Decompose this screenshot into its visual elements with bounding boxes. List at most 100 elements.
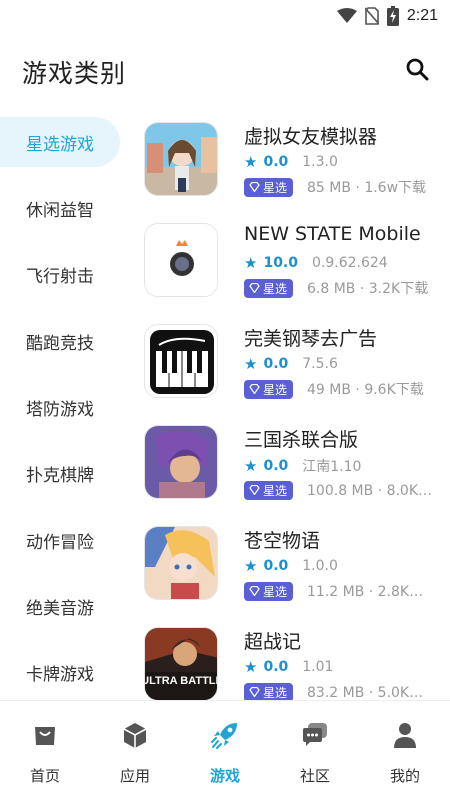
meta-line: 星选 85 MB · 1.6w下载 bbox=[244, 177, 426, 197]
app-version: 7.5.6 bbox=[302, 356, 338, 372]
app-version: 1.01 bbox=[302, 659, 334, 675]
app-row[interactable]: 三国杀联合版 ★ 0.0 江南1.10 星选 100.8 MB · 8.0K下载 bbox=[130, 411, 450, 511]
app-icon-new-state bbox=[144, 223, 218, 297]
nav-item-profile[interactable]: 我的 bbox=[360, 701, 450, 800]
meta-line: 星选 49 MB · 9.6K下载 bbox=[244, 379, 424, 399]
app-size-downloads: 83.2 MB · 5.0K下载 bbox=[307, 685, 438, 700]
category-item-card-games[interactable]: 卡牌游戏 bbox=[0, 647, 120, 697]
bottom-nav: 首页 应用 游戏 社区 我的 bbox=[0, 700, 450, 800]
app-version: 1.0.0 bbox=[302, 558, 338, 574]
rating-line: ★ 0.0 7.5.6 bbox=[244, 355, 338, 373]
category-item-casual-puzzle[interactable]: 休闲益智 bbox=[0, 183, 120, 233]
rating-line: ★ 0.0 1.0.0 bbox=[244, 557, 338, 575]
badge-label: 星选 bbox=[263, 281, 288, 296]
star-icon: ★ bbox=[244, 658, 258, 676]
meta-line: 星选 83.2 MB · 5.0K下载 bbox=[244, 682, 437, 700]
app-size-downloads: 49 MB · 9.6K下载 bbox=[307, 382, 424, 398]
icon-text-ultra: ULTRA BATTLE bbox=[145, 675, 218, 687]
rating-line: ★ 0.0 1.01 bbox=[244, 658, 333, 676]
category-sidebar: 星选游戏 休闲益智 飞行射击 酷跑竞技 塔防游戏 扑克棋牌 动作冒险 绝美音游 … bbox=[0, 108, 130, 700]
app-row[interactable]: 苍空物语 ★ 0.0 1.0.0 星选 11.2 MB · 2.8K下载 bbox=[130, 512, 450, 612]
app-size-downloads: 100.8 MB · 8.0K下载 bbox=[307, 483, 438, 499]
app-row[interactable]: 完美钢琴去广告 ★ 0.0 7.5.6 星选 49 MB · 9.6K下载 bbox=[130, 310, 450, 410]
meta-line: 星选 6.8 MB · 3.2K下载 bbox=[244, 278, 428, 298]
featured-badge: 星选 bbox=[244, 379, 294, 399]
battery-charging-icon bbox=[386, 6, 399, 26]
search-icon bbox=[406, 58, 429, 81]
app-size-downloads: 6.8 MB · 3.2K下载 bbox=[307, 281, 429, 297]
app-icon-sanguosha bbox=[144, 425, 218, 499]
star-icon: ★ bbox=[244, 355, 258, 373]
app-row[interactable]: ULTRA BATTLE 超战记 ★ 0.0 1.01 星选 83.2 MB ·… bbox=[130, 613, 450, 700]
badge-label: 星选 bbox=[263, 584, 288, 599]
app-name: NEW STATE Mobile bbox=[244, 223, 421, 245]
page-title: 游戏类别 bbox=[22, 59, 127, 88]
app-version: 0.9.62.624 bbox=[312, 255, 388, 271]
nav-item-home[interactable]: 首页 bbox=[0, 701, 90, 800]
nav-label: 游戏 bbox=[209, 767, 240, 785]
nav-item-community[interactable]: 社区 bbox=[270, 701, 360, 800]
bag-icon bbox=[35, 727, 55, 745]
diamond-icon bbox=[249, 283, 260, 293]
diamond-icon bbox=[249, 586, 260, 596]
meta-line: 星选 100.8 MB · 8.0K下载 bbox=[244, 480, 437, 500]
featured-badge: 星选 bbox=[244, 480, 294, 500]
nav-label: 社区 bbox=[299, 767, 330, 785]
diamond-icon bbox=[249, 485, 260, 495]
app-score: 0.0 bbox=[263, 356, 289, 372]
app-version: 1.3.0 bbox=[302, 154, 338, 170]
featured-badge: 星选 bbox=[244, 278, 294, 298]
diamond-icon bbox=[249, 384, 260, 394]
featured-badge: 星选 bbox=[244, 581, 294, 601]
star-icon: ★ bbox=[244, 153, 258, 171]
category-item-tower-defense[interactable]: 塔防游戏 bbox=[0, 382, 120, 432]
app-icon-virtual-girlfriend bbox=[144, 122, 218, 196]
category-item-runner-racing[interactable]: 酷跑竞技 bbox=[0, 316, 120, 366]
category-item-action-adventure[interactable]: 动作冒险 bbox=[0, 515, 120, 565]
app-row[interactable]: NEW STATE Mobile ★ 10.0 0.9.62.624 星选 6.… bbox=[130, 209, 450, 309]
app-name: 完美钢琴去广告 bbox=[244, 328, 378, 350]
app-list: 虚拟女友模拟器 ★ 0.0 1.3.0 星选 85 MB · 1.6w下载 NE… bbox=[130, 108, 450, 700]
chat-icon bbox=[303, 723, 327, 746]
app-name: 三国杀联合版 bbox=[244, 429, 359, 451]
rocket-icon bbox=[211, 723, 237, 749]
badge-label: 星选 bbox=[263, 685, 288, 700]
category-item-music-games[interactable]: 绝美音游 bbox=[0, 581, 120, 631]
rating-line: ★ 0.0 江南1.10 bbox=[244, 456, 361, 476]
nav-item-apps[interactable]: 应用 bbox=[90, 701, 180, 800]
category-item-star-select[interactable]: 星选游戏 bbox=[0, 117, 120, 167]
app-score: 0.0 bbox=[263, 558, 289, 574]
app-score: 0.0 bbox=[263, 458, 289, 474]
app-version: 江南1.10 bbox=[302, 459, 362, 475]
person-icon bbox=[394, 723, 416, 748]
search-button[interactable] bbox=[402, 54, 432, 84]
header: 游戏类别 bbox=[0, 34, 450, 108]
app-size-downloads: 85 MB · 1.6w下载 bbox=[307, 180, 427, 196]
app-size-downloads: 11.2 MB · 2.8K下载 bbox=[307, 584, 438, 600]
star-icon: ★ bbox=[244, 557, 258, 575]
category-item-flight-shooting[interactable]: 飞行射击 bbox=[0, 249, 120, 299]
app-row[interactable]: 虚拟女友模拟器 ★ 0.0 1.3.0 星选 85 MB · 1.6w下载 bbox=[130, 108, 450, 208]
badge-label: 星选 bbox=[263, 382, 288, 397]
app-score: 10.0 bbox=[263, 255, 298, 271]
diamond-icon bbox=[249, 687, 260, 697]
nav-item-games[interactable]: 游戏 bbox=[180, 701, 270, 800]
nav-label: 首页 bbox=[29, 767, 60, 785]
rating-line: ★ 10.0 0.9.62.624 bbox=[244, 254, 388, 272]
app-score: 0.0 bbox=[263, 154, 289, 170]
category-item-card-board[interactable]: 扑克棋牌 bbox=[0, 448, 120, 498]
badge-label: 星选 bbox=[263, 483, 288, 498]
app-icon-ultra-battle: ULTRA BATTLE bbox=[144, 627, 218, 700]
cube-icon bbox=[123, 723, 147, 748]
rating-line: ★ 0.0 1.3.0 bbox=[244, 153, 338, 171]
app-score: 0.0 bbox=[263, 659, 289, 675]
badge-label: 星选 bbox=[263, 180, 288, 195]
app-name: 超战记 bbox=[244, 631, 302, 653]
wifi-icon bbox=[336, 8, 357, 23]
star-icon: ★ bbox=[244, 457, 258, 475]
nav-label: 我的 bbox=[389, 767, 420, 785]
nav-label: 应用 bbox=[119, 767, 150, 785]
app-name: 虚拟女友模拟器 bbox=[244, 126, 378, 148]
app-icon-perfect-piano bbox=[144, 324, 218, 398]
meta-line: 星选 11.2 MB · 2.8K下载 bbox=[244, 581, 437, 601]
